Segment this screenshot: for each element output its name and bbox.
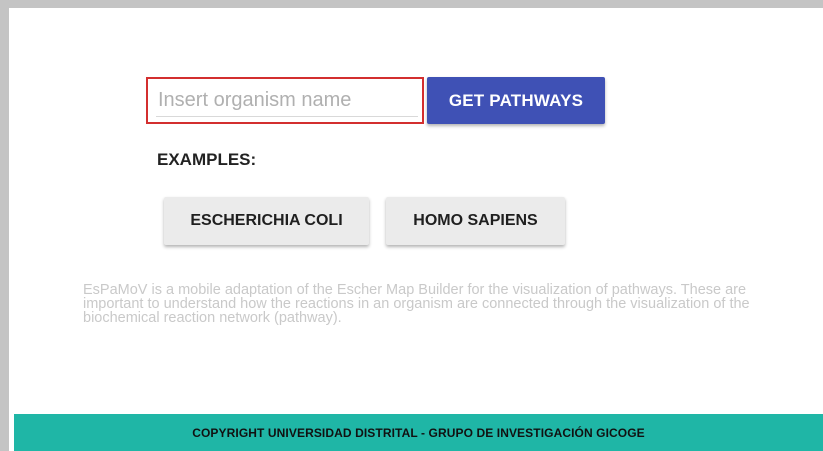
example-homo-sapiens-button[interactable]: HOMO SAPIENS [386,197,565,245]
app-frame: GET PATHWAYS EXAMPLES: ESCHERICHIA COLI … [9,8,823,451]
example-escherichia-coli-button[interactable]: ESCHERICHIA COLI [164,197,369,245]
app-description: EsPaMoV is a mobile adaptation of the Es… [83,282,750,326]
organism-search-input[interactable] [156,85,418,117]
examples-heading: EXAMPLES: [157,150,257,169]
get-pathways-button[interactable]: GET PATHWAYS [427,77,605,124]
footer: COPYRIGHT UNIVERSIDAD DISTRITAL - GRUPO … [14,414,823,451]
footer-copyright: COPYRIGHT UNIVERSIDAD DISTRITAL - GRUPO … [192,425,645,440]
search-field-wrapper [146,77,424,124]
